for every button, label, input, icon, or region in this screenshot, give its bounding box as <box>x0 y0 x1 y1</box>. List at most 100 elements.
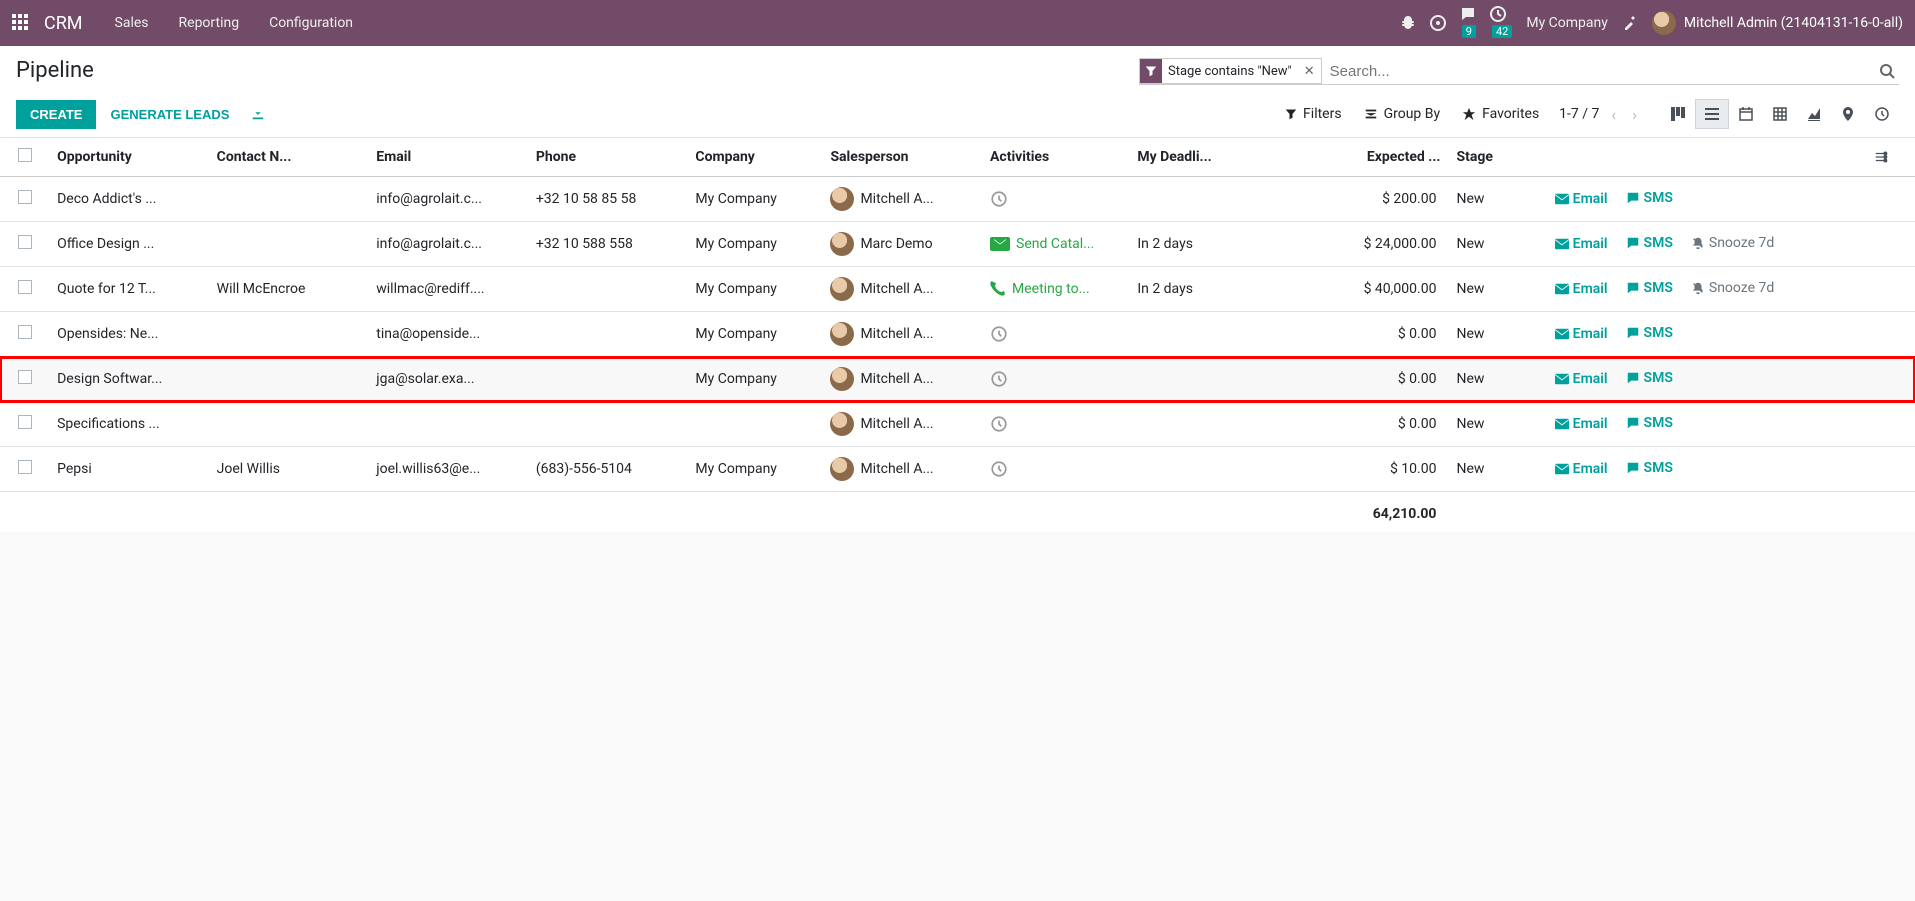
sms-action[interactable]: SMS <box>1626 190 1673 206</box>
total-expected: 64,210.00 <box>1289 492 1449 533</box>
clock-icon[interactable] <box>990 460 1121 478</box>
table-row[interactable]: Quote for 12 T...Will McEncroewillmac@re… <box>0 267 1915 312</box>
app-brand[interactable]: CRM <box>44 13 83 34</box>
email-action[interactable]: Email <box>1555 191 1608 207</box>
table-row[interactable]: PepsiJoel Willisjoel.willis63@e...(683)-… <box>0 447 1915 492</box>
col-stage[interactable]: Stage <box>1448 138 1546 177</box>
favorites-button[interactable]: Favorites <box>1462 106 1539 122</box>
row-checkbox[interactable] <box>18 370 32 384</box>
view-kanban[interactable] <box>1661 99 1695 129</box>
cell-deadline: In 2 days <box>1129 267 1289 312</box>
search-icon[interactable] <box>1875 63 1899 79</box>
email-action[interactable]: Email <box>1555 461 1608 477</box>
messages-icon[interactable]: 9 <box>1460 6 1476 40</box>
email-action[interactable]: Email <box>1555 371 1608 387</box>
pager-prev[interactable]: ‹ <box>1607 105 1620 124</box>
cell-phone <box>528 267 688 312</box>
col-opportunity[interactable]: Opportunity <box>49 138 209 177</box>
avatar <box>830 187 854 211</box>
cell-contact: Will McEncroe <box>209 267 369 312</box>
apps-icon[interactable] <box>12 14 30 32</box>
activities-icon[interactable]: 42 <box>1490 6 1512 40</box>
table-row[interactable]: Deco Addict's ...info@agrolait.c...+32 1… <box>0 177 1915 222</box>
sms-action[interactable]: SMS <box>1626 460 1673 476</box>
cell-stage: New <box>1448 267 1546 312</box>
cell-deadline: In 2 days <box>1129 222 1289 267</box>
sms-action[interactable]: SMS <box>1626 280 1673 296</box>
clock-icon[interactable] <box>990 190 1121 208</box>
view-list[interactable] <box>1695 99 1729 129</box>
generate-leads-button[interactable]: GENERATE LEADS <box>96 100 243 129</box>
email-action[interactable]: Email <box>1555 326 1608 342</box>
row-checkbox[interactable] <box>18 415 32 429</box>
sms-action[interactable]: SMS <box>1626 370 1673 386</box>
view-switcher <box>1661 99 1899 129</box>
cell-email: willmac@rediff.... <box>368 267 528 312</box>
pager-next[interactable]: › <box>1628 105 1641 124</box>
cell-company: My Company <box>687 447 822 492</box>
sms-action[interactable]: SMS <box>1626 235 1673 251</box>
activity-cell[interactable]: Send Catal... <box>990 236 1121 252</box>
col-deadline[interactable]: My Deadli... <box>1129 138 1289 177</box>
menu-configuration[interactable]: Configuration <box>257 15 365 31</box>
support-icon[interactable] <box>1430 15 1446 31</box>
view-graph[interactable] <box>1797 99 1831 129</box>
menu-reporting[interactable]: Reporting <box>167 15 252 31</box>
col-company[interactable]: Company <box>687 138 822 177</box>
col-contact[interactable]: Contact N... <box>209 138 369 177</box>
snooze-action[interactable]: Snooze 7d <box>1691 235 1774 251</box>
tools-icon[interactable] <box>1622 15 1638 31</box>
filters-button[interactable]: Filters <box>1285 106 1342 122</box>
view-map[interactable] <box>1831 99 1865 129</box>
view-activity[interactable] <box>1865 99 1899 129</box>
col-phone[interactable]: Phone <box>528 138 688 177</box>
email-action[interactable]: Email <box>1555 236 1608 252</box>
email-action[interactable]: Email <box>1555 416 1608 432</box>
col-salesperson[interactable]: Salesperson <box>822 138 982 177</box>
row-checkbox[interactable] <box>18 280 32 294</box>
menu-sales[interactable]: Sales <box>103 15 161 31</box>
search-input[interactable] <box>1328 59 1875 84</box>
cell-deadline <box>1129 357 1289 402</box>
snooze-action[interactable]: Snooze 7d <box>1691 280 1774 296</box>
sms-action[interactable]: SMS <box>1626 415 1673 431</box>
view-pivot[interactable] <box>1763 99 1797 129</box>
row-checkbox[interactable] <box>18 235 32 249</box>
pager-value[interactable]: 1-7 / 7 <box>1559 106 1599 122</box>
select-all-checkbox[interactable] <box>18 148 32 162</box>
table-row[interactable]: Design Softwar...jga@solar.exa...My Comp… <box>0 357 1915 402</box>
create-button[interactable]: CREATE <box>16 100 96 129</box>
cell-salesperson: Mitchell A... <box>822 447 982 492</box>
search-bar[interactable]: Stage contains "New" ✕ <box>1139 58 1899 85</box>
col-activities[interactable]: Activities <box>982 138 1129 177</box>
main-navbar: CRM Sales Reporting Configuration 9 42 M… <box>0 0 1915 46</box>
cell-contact <box>209 222 369 267</box>
table-row[interactable]: Opensides: Ne...tina@openside...My Compa… <box>0 312 1915 357</box>
table-row[interactable]: Specifications ...Mitchell A...$ 0.00New… <box>0 402 1915 447</box>
facet-remove[interactable]: ✕ <box>1298 64 1321 79</box>
col-expected[interactable]: Expected ... <box>1289 138 1449 177</box>
cell-stage: New <box>1448 222 1546 267</box>
activity-cell[interactable]: Meeting to... <box>990 281 1121 297</box>
clock-icon[interactable] <box>990 370 1121 388</box>
cell-expected: $ 24,000.00 <box>1289 222 1449 267</box>
groupby-button[interactable]: Group By <box>1364 106 1441 122</box>
clock-icon[interactable] <box>990 415 1121 433</box>
sms-action[interactable]: SMS <box>1626 325 1673 341</box>
clock-icon[interactable] <box>990 325 1121 343</box>
user-menu[interactable]: Mitchell Admin (21404131-16-0-all) <box>1652 11 1903 35</box>
cell-deadline <box>1129 402 1289 447</box>
table-row[interactable]: Office Design ...info@agrolait.c...+32 1… <box>0 222 1915 267</box>
cell-salesperson: Mitchell A... <box>822 267 982 312</box>
company-switcher[interactable]: My Company <box>1526 15 1608 31</box>
cell-salesperson: Marc Demo <box>822 222 982 267</box>
row-checkbox[interactable] <box>18 460 32 474</box>
row-checkbox[interactable] <box>18 190 32 204</box>
view-calendar[interactable] <box>1729 99 1763 129</box>
optional-columns-icon[interactable] <box>1874 150 1907 164</box>
row-checkbox[interactable] <box>18 325 32 339</box>
email-action[interactable]: Email <box>1555 281 1608 297</box>
col-email[interactable]: Email <box>368 138 528 177</box>
debug-icon[interactable] <box>1400 15 1416 31</box>
import-icon[interactable] <box>243 107 273 121</box>
